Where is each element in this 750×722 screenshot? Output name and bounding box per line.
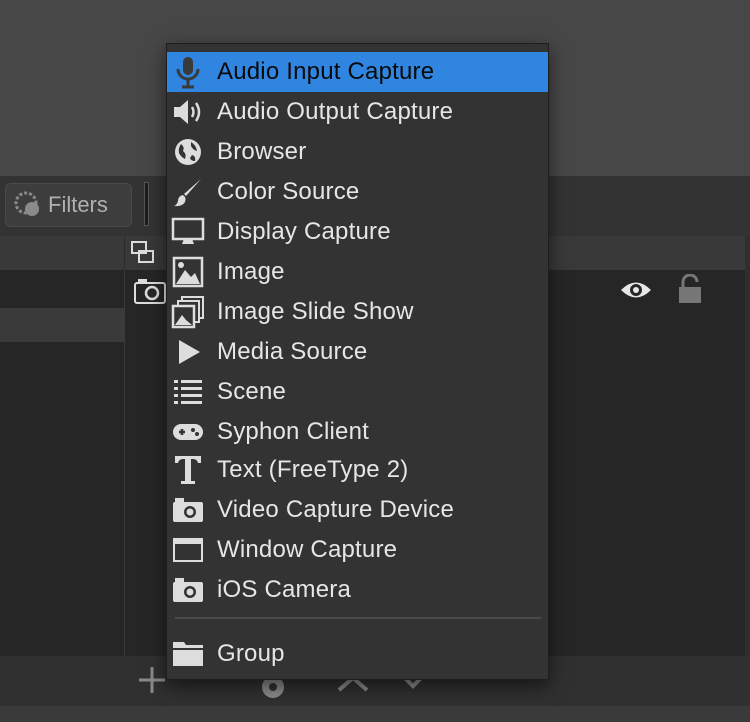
menu-item-image-slide-show[interactable]: Image Slide Show <box>167 292 548 332</box>
window-icon <box>173 538 203 562</box>
camera-icon <box>134 279 166 304</box>
menu-item-label: Scene <box>217 378 287 405</box>
add-source-menu[interactable]: Audio Input Capture Audio Output Capture… <box>166 43 549 680</box>
menu-item-display-capture[interactable]: Display Capture <box>167 212 548 252</box>
menu-item-label: Browser <box>217 138 307 165</box>
menu-item-label: Syphon Client <box>217 418 370 445</box>
menu-item-text-freetype-2[interactable]: Text (FreeType 2) <box>167 450 548 490</box>
filters-button[interactable]: Filters <box>5 183 132 227</box>
menu-item-label: Window Capture <box>217 536 398 563</box>
menu-item-syphon-client[interactable]: Syphon Client <box>167 412 548 452</box>
add-source-icon[interactable] <box>136 664 168 696</box>
menu-item-scene[interactable]: Scene <box>167 372 548 412</box>
scenes-panel-header <box>0 236 124 270</box>
menu-item-label: Group <box>217 640 285 667</box>
menu-item-video-capture-device[interactable]: Video Capture Device <box>167 490 548 530</box>
play-icon <box>179 340 200 364</box>
image-icon <box>172 256 204 288</box>
paintbrush-icon <box>174 179 201 207</box>
menu-item-image[interactable]: Image <box>167 252 548 292</box>
sources-dock-icon[interactable] <box>130 240 156 266</box>
menu-item-label: iOS Camera <box>217 576 352 603</box>
menu-item-label: Media Source <box>217 338 368 365</box>
monitor-icon <box>171 217 205 244</box>
gamepad-icon <box>173 424 203 440</box>
menu-item-label: Image Slide Show <box>217 298 414 325</box>
folder-icon <box>173 642 203 666</box>
menu-item-label: Display Capture <box>217 218 391 245</box>
menu-item-group[interactable]: Group <box>167 634 548 674</box>
menu-item-label: Color Source <box>217 178 360 205</box>
toolbar-separator <box>144 182 149 226</box>
menu-item-label: Image <box>217 258 285 285</box>
microphone-icon <box>176 57 200 89</box>
menu-item-ios-camera[interactable]: iOS Camera <box>167 570 548 610</box>
menu-item-label: Text (FreeType 2) <box>217 456 409 483</box>
menu-item-window-capture[interactable]: Window Capture <box>167 530 548 570</box>
list-icon <box>174 380 202 404</box>
filters-icon <box>14 191 39 216</box>
menu-separator <box>175 617 541 619</box>
status-strip <box>0 706 750 722</box>
slideshow-icon <box>171 296 204 329</box>
menu-item-label: Audio Input Capture <box>217 58 435 85</box>
scene-row[interactable] <box>0 308 124 342</box>
menu-item-color-source[interactable]: Color Source <box>167 172 548 212</box>
camera-icon <box>173 578 203 602</box>
menu-item-audio-output-capture[interactable]: Audio Output Capture <box>167 92 548 132</box>
menu-item-audio-input-capture[interactable]: Audio Input Capture <box>167 52 548 92</box>
panel-edge <box>745 236 750 656</box>
menu-item-browser[interactable]: Browser <box>167 132 548 172</box>
filters-label: Filters <box>48 192 108 217</box>
speaker-icon <box>174 100 201 124</box>
menu-item-media-source[interactable]: Media Source <box>167 332 548 372</box>
text-icon <box>175 456 201 484</box>
menu-item-label: Audio Output Capture <box>217 98 454 125</box>
scenes-list[interactable] <box>0 270 125 656</box>
globe-icon <box>175 139 201 165</box>
camera-icon <box>173 498 203 522</box>
lock-icon[interactable] <box>677 274 703 304</box>
menu-item-label: Video Capture Device <box>217 496 455 523</box>
visibility-eye-icon[interactable] <box>619 278 653 302</box>
